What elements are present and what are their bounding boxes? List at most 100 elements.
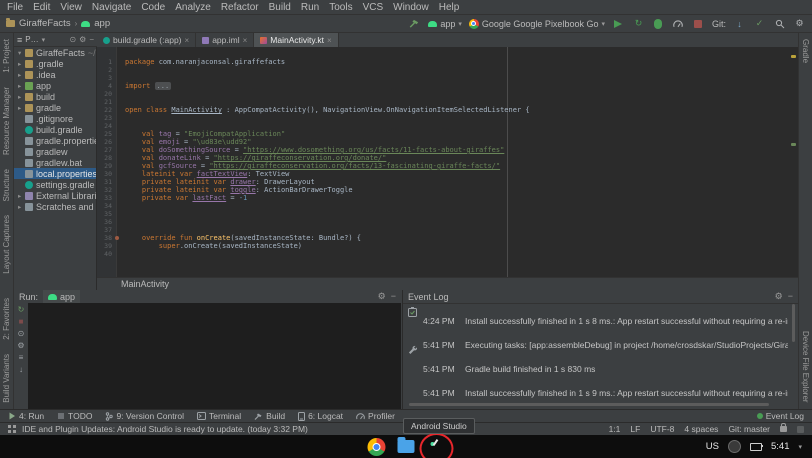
close-tab-icon[interactable]: × (243, 36, 248, 45)
chevron-expanded-icon[interactable]: ▾ (18, 49, 25, 57)
gear-icon[interactable]: ⚙ (378, 291, 386, 302)
chevron-collapsed-icon[interactable]: ▸ (18, 60, 25, 68)
search-icon[interactable] (773, 17, 786, 30)
menu-analyze[interactable]: Analyze (170, 2, 216, 13)
editor-tab-mainactivity-kt[interactable]: MainActivity.kt× (254, 33, 338, 47)
tree-item-idea[interactable]: ▸.idea (14, 69, 96, 80)
chevron-collapsed-icon[interactable]: ▸ (18, 82, 25, 90)
menu-refactor[interactable]: Refactor (216, 2, 264, 13)
tree-item-build-gradle[interactable]: build.gradle (14, 124, 96, 135)
menu-navigate[interactable]: Navigate (87, 2, 136, 13)
menu-edit[interactable]: Edit (28, 2, 55, 13)
stop-icon[interactable]: ■ (19, 318, 24, 326)
menu-tools[interactable]: Tools (324, 2, 357, 13)
gear-icon[interactable]: ⚙ (775, 291, 783, 302)
files-launcher-icon[interactable] (398, 440, 415, 453)
hide-panel-icon[interactable]: − (89, 35, 94, 44)
chevron-collapsed-icon[interactable]: ▸ (18, 192, 25, 200)
tree-item-gradle-properties[interactable]: gradle.properties (14, 135, 96, 146)
editor-tab-app-iml[interactable]: app.iml× (196, 33, 254, 47)
menu-build[interactable]: Build (264, 2, 296, 13)
project-view-icon[interactable]: ≡ (17, 35, 22, 45)
tool-window-button-terminal[interactable]: Terminal (197, 411, 241, 421)
status-lf[interactable]: LF (630, 424, 640, 434)
tray-status-icon[interactable] (728, 440, 741, 453)
menu-file[interactable]: File (2, 2, 28, 13)
status-message[interactable]: IDE and Plugin Updates: Android Studio i… (22, 424, 308, 434)
project-tree-panel[interactable]: ▾ GiraffeFacts ~/S ▸.gradle▸.idea▸app▸bu… (14, 47, 97, 290)
apply-changes-button[interactable]: ↻ (632, 17, 645, 30)
tree-item-app[interactable]: ▸app (14, 80, 96, 91)
run-configuration-select[interactable]: app ▾ (428, 19, 462, 29)
breadcrumb-module[interactable]: app (94, 18, 110, 29)
close-tab-icon[interactable]: × (327, 36, 332, 45)
gear-icon[interactable]: ⚙ (79, 35, 86, 44)
event-log-toggle[interactable]: Event Log (757, 411, 804, 421)
code-editor[interactable]: 1package com.naranjaconsal.giraffefacts2… (97, 47, 798, 277)
project-view-label[interactable]: P… (25, 35, 38, 44)
chevron-collapsed-icon[interactable]: ▸ (18, 203, 25, 211)
tool-button-1-project[interactable]: 1: Project (2, 39, 11, 73)
chrome-launcher-icon[interactable] (368, 438, 386, 456)
git-update-icon[interactable]: ↓ (733, 17, 746, 30)
close-tab-icon[interactable]: × (185, 36, 190, 45)
tool-window-button-9-version-control[interactable]: 9: Version Control (105, 411, 184, 421)
hide-panel-icon[interactable]: − (788, 291, 793, 302)
vertical-scrollbar[interactable] (792, 304, 795, 342)
menu-code[interactable]: Code (136, 2, 170, 13)
run-console-output[interactable] (28, 303, 401, 409)
hide-panel-icon[interactable]: − (391, 291, 396, 302)
pin-icon[interactable]: ⊙ (18, 330, 25, 338)
run-button[interactable] (612, 17, 625, 30)
horizontal-scrollbar[interactable] (409, 403, 769, 406)
scroll-down-icon[interactable]: ↓ (19, 366, 23, 374)
menu-view[interactable]: View (55, 2, 87, 13)
status-utf-8[interactable]: UTF-8 (650, 424, 674, 434)
keyboard-layout-indicator[interactable]: US (706, 441, 719, 452)
tree-item-scratches-and-consoles[interactable]: ▸Scratches and Consoles (14, 201, 96, 212)
editor-tab-build-gradle-app[interactable]: build.gradle (:app)× (97, 33, 196, 47)
tool-window-button-build[interactable]: Build (254, 411, 285, 421)
menu-run[interactable]: Run (296, 2, 324, 13)
menu-window[interactable]: Window (388, 2, 434, 13)
tool-window-button-profiler[interactable]: Profiler (356, 411, 395, 421)
status-git-master[interactable]: Git: master (728, 424, 770, 434)
tool-window-button-todo[interactable]: TODO (57, 411, 92, 421)
lock-icon[interactable] (780, 426, 787, 432)
rerun-icon[interactable]: ↻ (18, 306, 25, 314)
breadcrumb-class[interactable]: MainActivity (121, 279, 169, 289)
git-commit-icon[interactable]: ✓ (753, 17, 766, 30)
settings-icon[interactable]: ⚙ (17, 342, 24, 350)
clear-icon[interactable]: ≡ (19, 354, 24, 362)
tree-item-gradlew-bat[interactable]: gradlew.bat (14, 157, 96, 168)
tree-item-settings-gradle[interactable]: settings.gradle (14, 179, 96, 190)
profiler-button[interactable] (672, 17, 685, 30)
tool-button-resource-manager[interactable]: Resource Manager (2, 87, 11, 155)
build-hammer-icon[interactable] (408, 17, 421, 30)
debug-button[interactable] (652, 17, 665, 30)
tool-button-device-file-explorer[interactable]: Device File Explorer (801, 331, 810, 403)
tool-window-button-6-logcat[interactable]: 6: Logcat (298, 411, 343, 421)
tree-item-gradle[interactable]: ▸gradle (14, 102, 96, 113)
stop-button[interactable] (692, 17, 705, 30)
tree-item-gradlew[interactable]: gradlew (14, 146, 96, 157)
chevron-collapsed-icon[interactable]: ▸ (18, 104, 25, 112)
tool-button-structure[interactable]: Structure (2, 169, 11, 201)
chevron-down-icon[interactable]: ▾ (798, 443, 802, 451)
chevron-collapsed-icon[interactable]: ▸ (18, 93, 25, 101)
clock[interactable]: 5:41 (771, 441, 790, 452)
tree-item-gradle[interactable]: ▸.gradle (14, 58, 96, 69)
tool-button-layout-captures[interactable]: Layout Captures (2, 215, 11, 274)
device-select[interactable]: Google Google Pixelbook Go ▾ (469, 19, 605, 29)
status-4-spaces[interactable]: 4 spaces (684, 424, 718, 434)
tree-item-local-properties[interactable]: local.properties (14, 168, 96, 179)
tool-button-gradle[interactable]: Gradle (801, 39, 810, 63)
status-1-1[interactable]: 1:1 (609, 424, 621, 434)
override-gutter-icon[interactable] (114, 234, 121, 242)
tool-window-switcher-icon[interactable] (8, 425, 16, 433)
tree-item-build[interactable]: ▸build (14, 91, 96, 102)
tree-item-gitignore[interactable]: .gitignore (14, 113, 96, 124)
project-tree-root[interactable]: ▾ GiraffeFacts ~/S (14, 47, 96, 58)
menu-help[interactable]: Help (434, 2, 465, 13)
tool-button-build-variants[interactable]: Build Variants (2, 354, 11, 403)
